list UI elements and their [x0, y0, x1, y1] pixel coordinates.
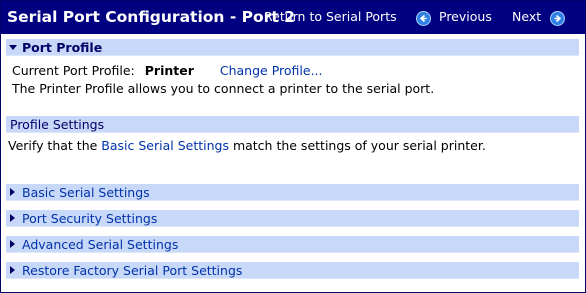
previous-arrow-icon[interactable] — [416, 11, 431, 26]
page-title: Serial Port Configuration - Port 2 — [7, 8, 295, 26]
port-profile-heading: Port Profile — [22, 40, 103, 55]
profile-settings-text-before: Verify that the — [8, 138, 102, 153]
section-basic-serial-settings[interactable]: Basic Serial Settings — [6, 184, 579, 201]
profile-description: The Printer Profile allows you to connec… — [12, 81, 435, 96]
return-to-serial-ports-link[interactable]: Return to Serial Ports — [264, 9, 397, 24]
current-profile-label: Current Port Profile: — [12, 63, 135, 78]
current-profile-row: Current Port Profile: Printer Change Pro… — [12, 63, 323, 78]
change-profile-link[interactable]: Change Profile... — [220, 63, 323, 78]
collapsed-triangle-icon — [10, 188, 15, 196]
section-port-security-settings[interactable]: Port Security Settings — [6, 210, 579, 227]
section-label: Advanced Serial Settings — [22, 237, 179, 252]
previous-link[interactable]: Previous — [439, 9, 492, 24]
expanded-triangle-icon — [9, 45, 17, 50]
profile-settings-heading: Profile Settings — [10, 117, 105, 132]
section-restore-factory-settings[interactable]: Restore Factory Serial Port Settings — [6, 262, 579, 279]
profile-settings-header: Profile Settings — [6, 116, 579, 133]
section-label: Basic Serial Settings — [22, 185, 150, 200]
collapsed-triangle-icon — [10, 214, 15, 222]
collapsed-triangle-icon — [10, 266, 15, 274]
config-panel: Serial Port Configuration - Port 2 Retur… — [0, 0, 586, 293]
collapsed-triangle-icon — [10, 240, 15, 248]
section-label: Port Security Settings — [22, 211, 158, 226]
current-profile-value: Printer — [144, 63, 194, 78]
profile-settings-text-after: match the settings of your serial printe… — [228, 138, 486, 153]
title-bar: Serial Port Configuration - Port 2 Retur… — [1, 1, 585, 34]
section-advanced-serial-settings[interactable]: Advanced Serial Settings — [6, 236, 579, 253]
section-label: Restore Factory Serial Port Settings — [22, 263, 243, 278]
profile-settings-text: Verify that the Basic Serial Settings ma… — [8, 138, 486, 153]
basic-serial-settings-inline-link[interactable]: Basic Serial Settings — [101, 138, 229, 153]
port-profile-header[interactable]: Port Profile — [6, 39, 579, 56]
next-arrow-icon[interactable] — [550, 11, 565, 26]
next-link[interactable]: Next — [512, 9, 541, 24]
